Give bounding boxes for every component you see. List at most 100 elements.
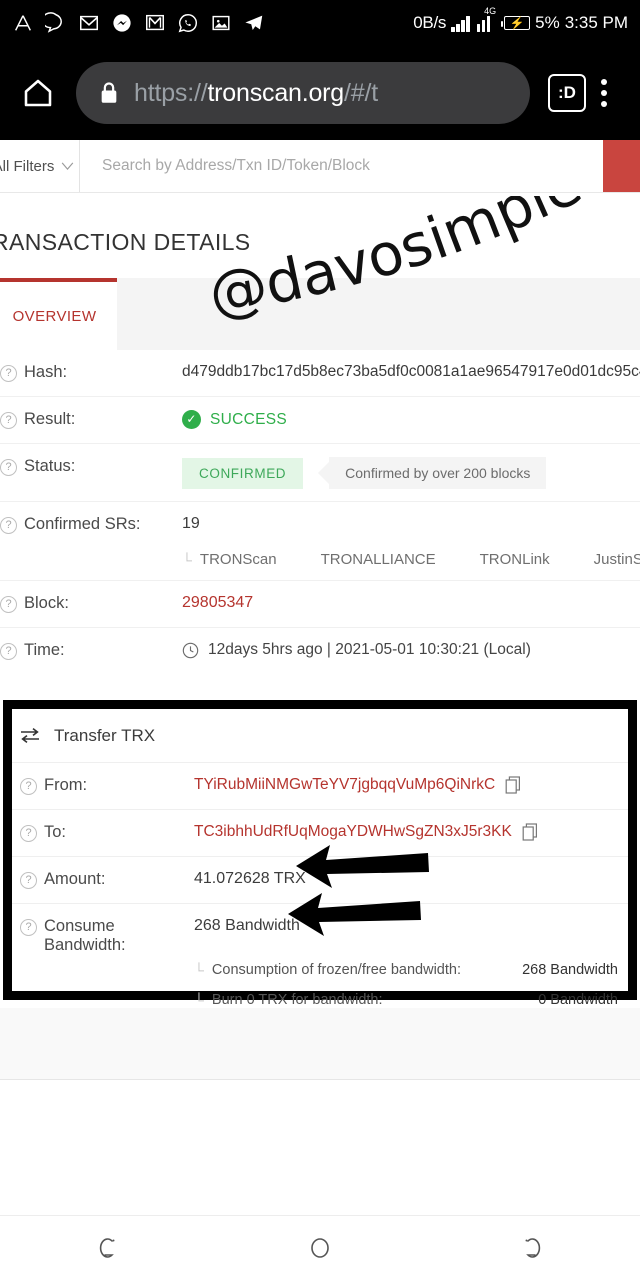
home-circle-icon[interactable] [305, 1233, 335, 1263]
bandwidth-label: Consume Bandwidth: [44, 917, 126, 954]
site-search-bar: All Filters Search by Address/Txn ID/Tok… [0, 140, 640, 193]
tree-elbow-icon: └ [182, 551, 192, 568]
gallery-icon [212, 15, 230, 31]
browser-home-button[interactable] [18, 73, 58, 113]
help-icon[interactable]: ? [20, 778, 37, 795]
charging-bolt-icon: ⚡ [509, 16, 525, 30]
browser-menu-button[interactable] [586, 79, 622, 107]
battery-percent-label: 5% [535, 13, 560, 32]
status-tooltip: Confirmed by over 200 blocks [329, 457, 547, 489]
help-icon[interactable]: ? [0, 459, 17, 476]
to-address-link[interactable]: TC3ibhhUdRfUqMogaYDWHwSgZN3xJ5r3KK [194, 823, 512, 841]
from-value-wrap: TYiRubMiiNMGwTeYV7jgbqqVuMp6QiNrkC [194, 776, 628, 794]
help-icon[interactable]: ? [20, 872, 37, 889]
transfer-title: Transfer TRX [54, 725, 156, 745]
all-filters-dropdown[interactable]: All Filters [0, 140, 80, 192]
chevron-down-icon [62, 162, 74, 170]
sr-name: TRONScan [199, 551, 277, 568]
row-to: ? To: TC3ibhhUdRfUqMogaYDWHwSgZN3xJ5r3KK [12, 809, 628, 856]
row-result: ? Result: ✓ SUCCESS [0, 397, 640, 444]
block-label-wrap: ? Block: [0, 594, 182, 613]
list-item: └ Consumption of frozen/free bandwidth: … [12, 955, 628, 985]
telegram-icon [245, 15, 263, 30]
sr-name: JustinS [593, 551, 640, 568]
from-label: From: [44, 776, 88, 794]
from-address-link[interactable]: TYiRubMiiNMGwTeYV7jgbqqVuMp6QiNrkC [194, 776, 495, 794]
bandwidth-detail-list: └ Consumption of frozen/free bandwidth: … [12, 955, 628, 1015]
status-bar-app-icons [12, 12, 265, 34]
row-confirmed-srs: ? Confirmed SRs: 19 └ TRONScan TRONALLIA… [0, 502, 640, 581]
browser-toolbar: https://tronscan.org/#/t :D [0, 46, 640, 140]
url-host: tronscan.org [207, 78, 345, 107]
bandwidth-detail-label: Burn 0 TRX for bandwidth: [211, 992, 383, 1008]
tree-elbow-icon: └ [194, 992, 204, 1008]
transfer-arrows-icon [21, 727, 39, 744]
help-icon[interactable]: ? [0, 643, 17, 660]
recents-icon[interactable] [518, 1233, 548, 1263]
transfer-card-heading: Transfer TRX [12, 709, 628, 762]
sr-name: TRONLink [479, 551, 550, 568]
tab-switcher-button[interactable]: :D [548, 74, 586, 112]
tab-overview[interactable]: OVERVIEW [0, 278, 117, 350]
check-circle-icon: ✓ [182, 410, 201, 429]
status-value-wrap: CONFIRMED Confirmed by over 200 blocks [182, 457, 640, 489]
help-icon[interactable]: ? [0, 517, 17, 534]
help-icon[interactable]: ? [0, 365, 17, 382]
row-amount: ? Amount: 41.072628 TRX [12, 856, 628, 903]
help-icon[interactable]: ? [20, 919, 37, 936]
amount-label: Amount: [44, 870, 106, 888]
list-item[interactable]: TRONALLIANCE [321, 551, 436, 568]
back-icon[interactable] [92, 1233, 122, 1263]
copy-icon[interactable] [522, 823, 538, 841]
block-link[interactable]: 29805347 [182, 594, 640, 612]
bandwidth-detail-label: Consumption of frozen/free bandwidth: [211, 962, 461, 978]
help-icon[interactable]: ? [20, 825, 37, 842]
confirmed-srs-value-wrap: 19 └ TRONScan TRONALLIANCE TRONLink Just… [182, 515, 640, 568]
list-item[interactable]: TRONLink [480, 551, 550, 568]
time-label-wrap: ? Time: [0, 641, 182, 660]
row-bandwidth: ? Consume Bandwidth: 268 Bandwidth └ Con… [12, 903, 628, 1021]
bandwidth-detail-value: 268 Bandwidth [522, 962, 618, 978]
row-block: ? Block: 29805347 [0, 581, 640, 628]
url-text: https://tronscan.org/#/t [134, 79, 378, 108]
block-label: Block: [24, 594, 69, 612]
list-item[interactable]: JustinS [594, 551, 640, 568]
help-icon[interactable]: ? [0, 596, 17, 613]
to-label-wrap: ? To: [12, 823, 194, 842]
status-bar: 0B/s 4G ⚡ 5% 3:35 PM [0, 0, 640, 46]
network-speed-label: 0B/s [413, 13, 447, 32]
copy-icon[interactable] [505, 776, 521, 794]
help-icon[interactable]: ? [0, 412, 17, 429]
amount-label-wrap: ? Amount: [12, 870, 194, 889]
search-input[interactable]: Search by Address/Txn ID/Token/Block [80, 140, 603, 192]
row-time: ? Time: 12days 5hrs ago | 2021-05-01 10:… [0, 628, 640, 675]
phone-screen: 0B/s 4G ⚡ 5% 3:35 PM https://tronscan.or… [0, 0, 640, 1280]
search-submit-button[interactable] [603, 140, 640, 192]
amount-value: 41.072628 TRX [194, 870, 306, 887]
signal-bars-sim2-icon: 4G [476, 6, 496, 32]
page-empty-area [0, 1008, 640, 1080]
bandwidth-value: 268 Bandwidth [194, 917, 300, 934]
time-value: 12days 5hrs ago | 2021-05-01 10:30:21 (L… [208, 641, 531, 658]
row-status: ? Status: CONFIRMED Confirmed by over 20… [0, 444, 640, 502]
transfer-highlight-box: Transfer TRX ? From: TYiRubMiiNMGwTeYV7j… [3, 700, 637, 1008]
url-bar[interactable]: https://tronscan.org/#/t [76, 62, 530, 124]
page-bottom-fill [0, 1080, 640, 1215]
from-label-wrap: ? From: [12, 776, 194, 795]
result-value-wrap: ✓ SUCCESS [182, 410, 640, 429]
result-status: ✓ SUCCESS [182, 410, 636, 429]
chat-bubble-icon [45, 12, 62, 33]
bandwidth-detail-label-wrap: └ Consumption of frozen/free bandwidth: [194, 962, 461, 978]
gmail-icon [80, 15, 98, 31]
row-from: ? From: TYiRubMiiNMGwTeYV7jgbqqVuMp6QiNr… [12, 762, 628, 809]
status-bar-system-indicators: 0B/s 4G ⚡ 5% 3:35 PM [413, 6, 628, 33]
hash-value: d479ddb17bc17d5b8ec73ba5df0c0081a1ae9654… [182, 363, 640, 380]
time-value-wrap: 12days 5hrs ago | 2021-05-01 10:30:21 (L… [182, 641, 640, 659]
overview-rows: ? Hash: d479ddb17bc17d5b8ec73ba5df0c0081… [0, 350, 640, 675]
list-item[interactable]: └ TRONScan [182, 551, 277, 568]
hash-label-wrap: ? Hash: [0, 363, 182, 382]
messenger-icon [113, 14, 131, 32]
to-label: To: [44, 823, 67, 841]
result-label: Result: [24, 410, 76, 428]
status-badge: CONFIRMED [182, 457, 304, 489]
